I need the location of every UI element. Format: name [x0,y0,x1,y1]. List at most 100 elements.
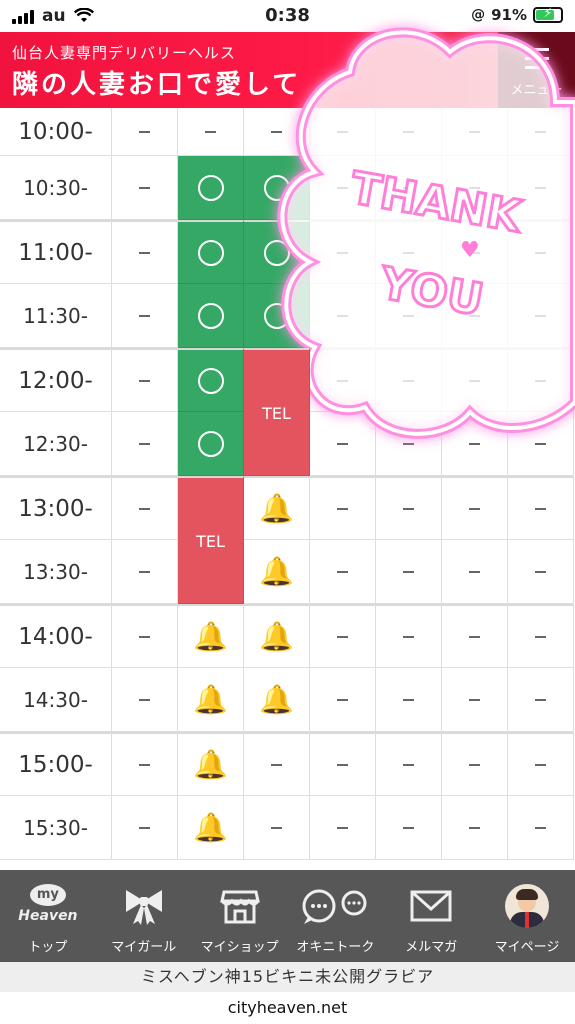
slot-notify[interactable]: 🔔 [178,732,244,796]
slot-available[interactable] [178,348,244,412]
bell-icon: 🔔 [259,491,294,525]
slot-notify[interactable]: 🔔 [244,540,310,604]
nav-item-mail-magazine[interactable]: メルマガ [383,870,479,962]
dash-icon [337,442,348,445]
slot-unavailable [310,604,376,668]
slot-unavailable [376,284,442,348]
circle-icon [197,239,224,266]
slot-unavailable [376,604,442,668]
slot-unavailable [112,220,178,284]
chat-bubbles-icon [302,889,367,924]
slot-available[interactable] [178,284,244,348]
schedule-row: 13:00- TEL 🔔 [0,476,575,551]
schedule-row: 12:00- TEL [0,348,575,423]
nav-item-okini-talk[interactable]: オキニトーク [287,870,383,962]
bell-icon: 🔔 [259,554,294,588]
url-bar[interactable]: cityheaven.net [0,992,575,1024]
dash-icon [337,570,348,573]
slot-unavailable [376,540,442,604]
dash-icon [469,698,480,701]
slot-unavailable [112,732,178,796]
dash-icon [535,251,546,254]
slot-unavailable [244,732,310,796]
circle-icon [197,174,224,201]
schedule-row: 10:30- [0,156,575,220]
slot-unavailable [310,476,376,540]
circle-icon [263,174,290,201]
nav-item-my-girl[interactable]: マイガール [96,870,192,962]
promo-link[interactable]: ミスヘブン神15ビキニ未公開グラビア [0,962,575,992]
dash-icon [139,635,150,638]
nav-label: マイガール [111,940,177,955]
slot-notify[interactable]: 🔔 [178,796,244,860]
menu-button[interactable]: メニュー [498,32,575,108]
time-slot-label: 13:30- [0,540,112,604]
dash-icon [403,826,414,829]
slot-unavailable [310,412,376,476]
slot-tel[interactable]: TEL [244,348,310,423]
mail-icon [410,890,452,922]
time-slot-label: 15:30- [0,796,112,860]
dash-icon [469,130,480,133]
slot-unavailable [442,108,508,156]
slot-notify[interactable]: 🔔 [244,476,310,540]
dash-icon [469,826,480,829]
slot-available[interactable] [244,284,310,348]
circle-icon [263,302,290,329]
bell-icon: 🔔 [193,747,228,781]
slot-available[interactable] [178,220,244,284]
nav-item-my-shop[interactable]: マイショップ [192,870,288,962]
bell-icon: 🔔 [193,619,228,653]
slot-unavailable [442,348,508,412]
slot-available[interactable] [178,156,244,220]
dash-icon [337,698,348,701]
slot-tel[interactable]: TEL [178,476,244,551]
slot-unavailable [376,668,442,732]
circle-icon [263,239,290,266]
time-slot-label: 10:00- [0,108,112,156]
time-slot-label: 14:00- [0,604,112,668]
slot-unavailable [112,540,178,604]
nav-label: オキニトーク [296,940,375,955]
hamburger-icon [525,48,549,75]
banner-subtitle: 仙台人妻専門デリバリーヘルス [12,44,237,62]
dash-icon [271,826,282,829]
slot-notify[interactable]: 🔔 [244,604,310,668]
slot-unavailable [112,668,178,732]
slot-unavailable [442,220,508,284]
time-slot-label: 14:30- [0,668,112,732]
dash-icon [403,314,414,317]
dash-icon [535,635,546,638]
slot-unavailable [310,220,376,284]
schedule-row: 15:30- 🔔 [0,796,575,860]
dash-icon [139,314,150,317]
schedule-row: 11:30- [0,284,575,348]
slot-available[interactable] [244,220,310,284]
dash-icon [403,698,414,701]
time-slot-label: 11:00- [0,220,112,284]
dash-icon [403,442,414,445]
slot-unavailable [442,732,508,796]
slot-notify[interactable]: 🔔 [178,668,244,732]
nav-item-my-page[interactable]: マイページ [479,870,575,962]
nav-item-top[interactable]: my Heaven トップ [0,870,96,962]
slot-unavailable [442,604,508,668]
dash-icon [403,186,414,189]
dash-icon [205,130,216,133]
shop-banner[interactable]: 仙台人妻専門デリバリーヘルス 隣の人妻お口で愛して [0,32,575,108]
dash-icon [337,507,348,510]
my-heaven-icon: my Heaven [17,884,79,928]
slot-notify[interactable]: 🔔 [178,604,244,668]
dash-icon [403,130,414,133]
slot-unavailable [508,668,574,732]
dash-icon [139,251,150,254]
slot-unavailable [310,108,376,156]
slot-unavailable [376,156,442,220]
slot-unavailable [508,220,574,284]
slot-notify[interactable]: 🔔 [244,668,310,732]
slot-unavailable [442,540,508,604]
slot-unavailable [442,668,508,732]
slot-available[interactable] [178,412,244,476]
slot-available[interactable] [244,156,310,220]
schedule-row: 10:00- [0,108,575,156]
